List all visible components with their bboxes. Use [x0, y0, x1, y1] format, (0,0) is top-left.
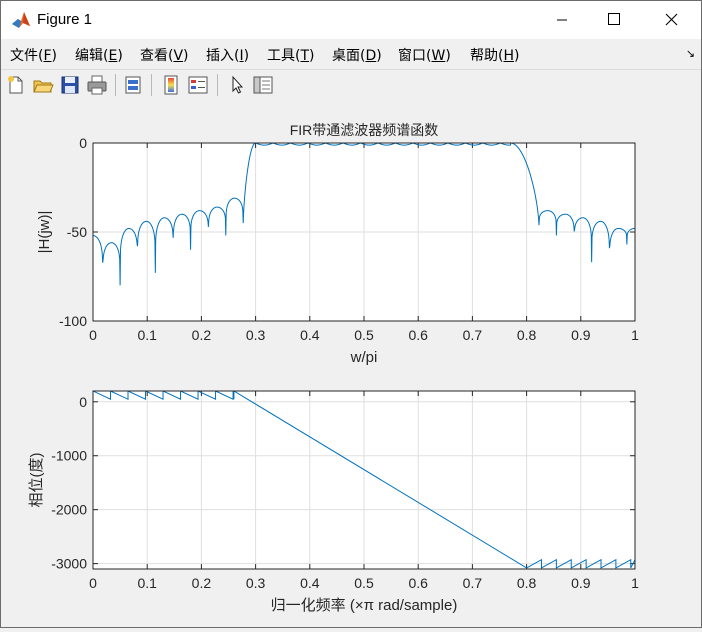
toolbar-separator — [217, 74, 218, 96]
x-tick-label: 0.6 — [408, 575, 428, 591]
x-tick-label: 1 — [631, 575, 639, 591]
menu-window[interactable]: 窗口(W) — [398, 45, 451, 65]
x-tick-label: 0.5 — [354, 575, 374, 591]
menu-view[interactable]: 查看(V) — [140, 45, 189, 65]
menu-bar: 文件(F) 编辑(E) 查看(V) 插入(I) 工具(T) 桌面(D) 窗口(W… — [1, 39, 701, 67]
x-tick-label: 0.4 — [300, 575, 320, 591]
x-tick-label: 0.2 — [192, 575, 212, 591]
x-tick-label: 0.4 — [300, 327, 320, 343]
toolbar-separator — [115, 74, 116, 96]
minimize-icon — [557, 19, 567, 21]
toolbar-separator — [151, 74, 152, 96]
y-axis-label: |H(jw)| — [36, 211, 53, 254]
menu-tools[interactable]: 工具(T) — [267, 45, 315, 65]
menu-help[interactable]: 帮助(H) — [470, 45, 519, 65]
link-icon[interactable] — [122, 74, 144, 96]
x-axis-label: 归一化频率 (×π rad/sample) — [271, 597, 458, 614]
title-bar[interactable]: Figure 1 — [1, 1, 701, 39]
figure-canvas: 0 0.1 0.2 0.3 0.4 0.5 0.6 0.7 0.8 0.9 1 0 -50 -100 FIR… — [1, 100, 701, 627]
menu-file[interactable]: 文件(F) — [10, 45, 57, 65]
x-axis-label: w/pi — [350, 349, 378, 366]
menu-desktop[interactable]: 桌面(D) — [332, 45, 382, 65]
y-tick-label: -100 — [59, 313, 87, 329]
y-tick-label: -2000 — [51, 502, 87, 518]
x-tick-label: 0.3 — [246, 327, 266, 343]
y-tick-label: -1000 — [51, 448, 87, 464]
x-tick-label: 0.5 — [354, 327, 374, 343]
x-tick-label: 0.2 — [192, 327, 212, 343]
y-tick-label: -3000 — [51, 556, 87, 572]
window-title: Figure 1 — [37, 11, 93, 28]
x-tick-label: 0.7 — [463, 575, 483, 591]
close-icon — [665, 13, 678, 26]
x-tick-label: 0.9 — [571, 327, 591, 343]
axes-2 — [92, 390, 636, 570]
x-tick-label: 1 — [631, 327, 639, 343]
maximize-button[interactable] — [591, 1, 637, 39]
x-tick-label: 0.9 — [571, 575, 591, 591]
y-axis-label: 相位(度) — [28, 453, 45, 508]
chart-title: FIR带通滤波器频谱函数 — [290, 122, 439, 138]
x-tick-label: 0 — [89, 327, 97, 343]
x-tick-label: 0.1 — [137, 327, 157, 343]
minimize-button[interactable] — [539, 1, 585, 39]
y-tick-label: -50 — [67, 224, 87, 240]
property-inspector-icon[interactable] — [252, 74, 274, 96]
axes-1 — [92, 142, 636, 322]
legend-icon[interactable] — [187, 74, 209, 96]
x-tick-label: 0.1 — [137, 575, 157, 591]
x-tick-label: 0.7 — [463, 327, 483, 343]
x-tick-label: 0.6 — [408, 327, 428, 343]
menu-insert[interactable]: 插入(I) — [206, 45, 249, 65]
close-button[interactable] — [648, 1, 694, 39]
toolbar — [1, 69, 701, 101]
colorbar-icon[interactable] — [160, 74, 182, 96]
matlab-icon — [12, 12, 30, 28]
y-tick-label: 0 — [79, 135, 87, 151]
maximize-icon — [608, 13, 620, 25]
pointer-icon[interactable] — [226, 74, 248, 96]
x-tick-label: 0 — [89, 575, 97, 591]
new-figure-icon[interactable] — [5, 74, 27, 96]
open-file-icon[interactable] — [32, 74, 54, 96]
figure-window: Figure 1 文件(F) 编辑(E) 查看(V) 插入(I) 工具(T) 桌… — [0, 0, 702, 628]
x-tick-label: 0.8 — [517, 327, 537, 343]
menu-overflow-icon[interactable]: ↘ — [686, 47, 695, 60]
x-tick-label: 0.3 — [246, 575, 266, 591]
print-icon[interactable] — [86, 74, 108, 96]
menu-edit[interactable]: 编辑(E) — [75, 45, 123, 65]
save-icon[interactable] — [59, 74, 81, 96]
figure-axes-area: 0 0.1 0.2 0.3 0.4 0.5 0.6 0.7 0.8 0.9 1 0 -50 -100 FIR… — [28, 122, 639, 614]
y-tick-label: 0 — [79, 394, 87, 410]
x-tick-label: 0.8 — [517, 575, 537, 591]
